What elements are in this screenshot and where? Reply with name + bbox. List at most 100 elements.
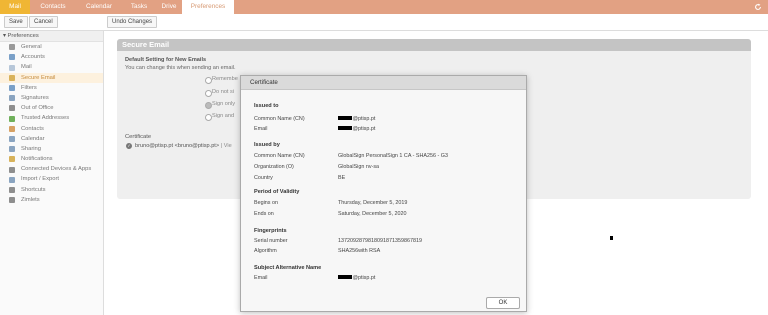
ok-button[interactable]: OK bbox=[486, 297, 520, 309]
sidebar-item-trusted-addresses[interactable]: Trusted Addresses bbox=[0, 113, 103, 123]
certificate-label: Certificate bbox=[125, 134, 152, 140]
begins-on-value: Thursday, December 5, 2019 bbox=[338, 200, 408, 206]
san-heading: Subject Alternative Name bbox=[254, 265, 322, 271]
notifications-icon bbox=[9, 156, 15, 163]
san-email-value: @ptisp.pt bbox=[338, 275, 375, 281]
default-setting-heading: Default Setting for New Emails bbox=[125, 57, 207, 63]
ends-on-value: Saturday, December 5, 2020 bbox=[338, 211, 407, 217]
undo-changes-button[interactable]: Undo Changes bbox=[107, 16, 158, 28]
preferences-sidebar: ▾ Preferences General Accounts Mail Secure … bbox=[0, 31, 104, 315]
sidebar-item-label: Shortcuts bbox=[21, 186, 46, 193]
sidebar-item-label: Filters bbox=[21, 84, 37, 91]
sidebar-item-label: Accounts bbox=[21, 54, 45, 61]
section-title: Secure Email bbox=[117, 39, 751, 51]
issued-by-cn-label: Common Name (CN) bbox=[254, 153, 305, 159]
toolbar: Save Cancel Undo Changes bbox=[0, 14, 768, 31]
cancel-button[interactable]: Cancel bbox=[29, 16, 58, 28]
radio-sign-and-encrypt[interactable]: Sign and bbox=[205, 113, 234, 121]
refresh-icon[interactable] bbox=[754, 3, 762, 11]
trusted-addresses-icon bbox=[9, 115, 15, 122]
issued-to-email-value: @ptisp.pt bbox=[338, 126, 375, 132]
sidebar-item-label: Notifications bbox=[21, 156, 53, 163]
gear-icon bbox=[9, 44, 15, 51]
sidebar-item-contacts[interactable]: Contacts bbox=[0, 124, 103, 134]
sidebar-item-secure-email[interactable]: Secure Email bbox=[0, 72, 103, 83]
tab-contacts[interactable]: Contacts bbox=[31, 0, 75, 14]
radio-sign-only[interactable]: Sign only bbox=[205, 101, 235, 109]
sidebar-item-label: Sharing bbox=[21, 145, 41, 152]
issued-to-email-label: Email bbox=[254, 126, 268, 132]
sidebar-header[interactable]: ▾ Preferences bbox=[0, 31, 103, 42]
accounts-icon bbox=[9, 54, 15, 61]
sidebar-item-filters[interactable]: Filters bbox=[0, 83, 103, 93]
sidebar-item-label: Contacts bbox=[21, 125, 44, 132]
redaction-bar bbox=[338, 126, 352, 131]
devices-icon bbox=[9, 166, 15, 173]
tab-tasks[interactable]: Tasks bbox=[123, 0, 155, 14]
check-icon: ✓ bbox=[126, 143, 132, 149]
dialog-title: Certificate bbox=[241, 76, 526, 90]
tab-calendar[interactable]: Calendar bbox=[76, 0, 122, 14]
sidebar-item-import-export[interactable]: Import / Export bbox=[0, 174, 103, 184]
sidebar-item-zimlets[interactable]: Zimlets bbox=[0, 195, 103, 205]
sidebar-item-label: Connected Devices & Apps bbox=[21, 166, 92, 173]
sidebar-list: General Accounts Mail Secure Email Filters Si… bbox=[0, 42, 103, 205]
certificate-dialog: Certificate Issued to Common Name (CN) @… bbox=[240, 75, 527, 312]
sharing-icon bbox=[9, 146, 15, 153]
issued-by-country-label: Country bbox=[254, 175, 273, 181]
calendar-icon bbox=[9, 135, 15, 142]
view-certificate-link[interactable]: | Vie bbox=[221, 143, 232, 149]
sidebar-item-general[interactable]: General bbox=[0, 42, 103, 52]
out-of-office-icon bbox=[9, 105, 15, 112]
issued-by-heading: Issued by bbox=[254, 142, 280, 148]
tab-drive[interactable]: Drive bbox=[156, 0, 182, 14]
tab-preferences[interactable]: Preferences bbox=[182, 0, 234, 14]
secure-email-icon bbox=[9, 74, 15, 81]
radio-remember[interactable]: Remembe bbox=[205, 76, 238, 84]
sidebar-item-label: Calendar bbox=[21, 135, 45, 142]
sidebar-header-label: Preferences bbox=[7, 33, 39, 39]
issued-by-cn-value: GlobalSign PersonalSign 1 CA - SHA256 - … bbox=[338, 153, 448, 159]
issued-to-cn-label: Common Name (CN) bbox=[254, 116, 305, 122]
sidebar-item-label: Import / Export bbox=[21, 176, 60, 183]
sidebar-item-label: Out of Office bbox=[21, 105, 54, 112]
sidebar-item-calendar[interactable]: Calendar bbox=[0, 134, 103, 144]
san-email-label: Email bbox=[254, 275, 268, 281]
contacts-icon bbox=[9, 125, 15, 132]
sidebar-item-notifications[interactable]: Notifications bbox=[0, 154, 103, 164]
certificate-row: ✓ bruno@ptisp.pt <bruno@ptisp.pt> | Vie bbox=[126, 143, 232, 149]
default-setting-desc: You can change this when sending an emai… bbox=[125, 65, 236, 71]
sidebar-item-mail[interactable]: Mail bbox=[0, 62, 103, 72]
sidebar-item-label: Secure Email bbox=[21, 74, 56, 81]
sidebar-item-out-of-office[interactable]: Out of Office bbox=[0, 103, 103, 113]
serial-number-value: 1372092879818091871359867819 bbox=[338, 238, 422, 244]
tab-mail[interactable]: Mail bbox=[0, 0, 30, 14]
sidebar-item-connected-devices-apps[interactable]: Connected Devices & Apps bbox=[0, 164, 103, 174]
begins-on-label: Begins on bbox=[254, 200, 278, 206]
save-button[interactable]: Save bbox=[4, 16, 28, 28]
fingerprints-heading: Fingerprints bbox=[254, 228, 287, 234]
sidebar-item-accounts[interactable]: Accounts bbox=[0, 52, 103, 62]
mail-icon bbox=[9, 64, 15, 71]
sidebar-item-label: Zimlets bbox=[21, 196, 40, 203]
sidebar-item-sharing[interactable]: Sharing bbox=[0, 144, 103, 154]
redaction-bar bbox=[338, 275, 352, 280]
signatures-icon bbox=[9, 95, 15, 102]
algorithm-value: SHA256with RSA bbox=[338, 248, 381, 254]
sidebar-item-shortcuts[interactable]: Shortcuts bbox=[0, 185, 103, 195]
top-tab-bar: Mail Contacts Calendar Tasks Drive Prefe… bbox=[0, 0, 768, 14]
shortcuts-icon bbox=[9, 186, 15, 193]
serial-number-label: Serial number bbox=[254, 238, 288, 244]
ends-on-label: Ends on bbox=[254, 211, 274, 217]
issued-by-org-value: GlobalSign nv-sa bbox=[338, 164, 380, 170]
sidebar-item-signatures[interactable]: Signatures bbox=[0, 93, 103, 103]
redaction-bar bbox=[338, 116, 352, 121]
zimlets-icon bbox=[9, 197, 15, 204]
issued-to-heading: Issued to bbox=[254, 103, 279, 109]
algorithm-label: Algorithm bbox=[254, 248, 277, 254]
sidebar-item-label: Trusted Addresses bbox=[21, 115, 70, 122]
radio-do-not-sign[interactable]: Do not si bbox=[205, 89, 234, 97]
import-export-icon bbox=[9, 176, 15, 183]
sidebar-item-label: Signatures bbox=[21, 94, 49, 101]
filters-icon bbox=[9, 85, 15, 92]
